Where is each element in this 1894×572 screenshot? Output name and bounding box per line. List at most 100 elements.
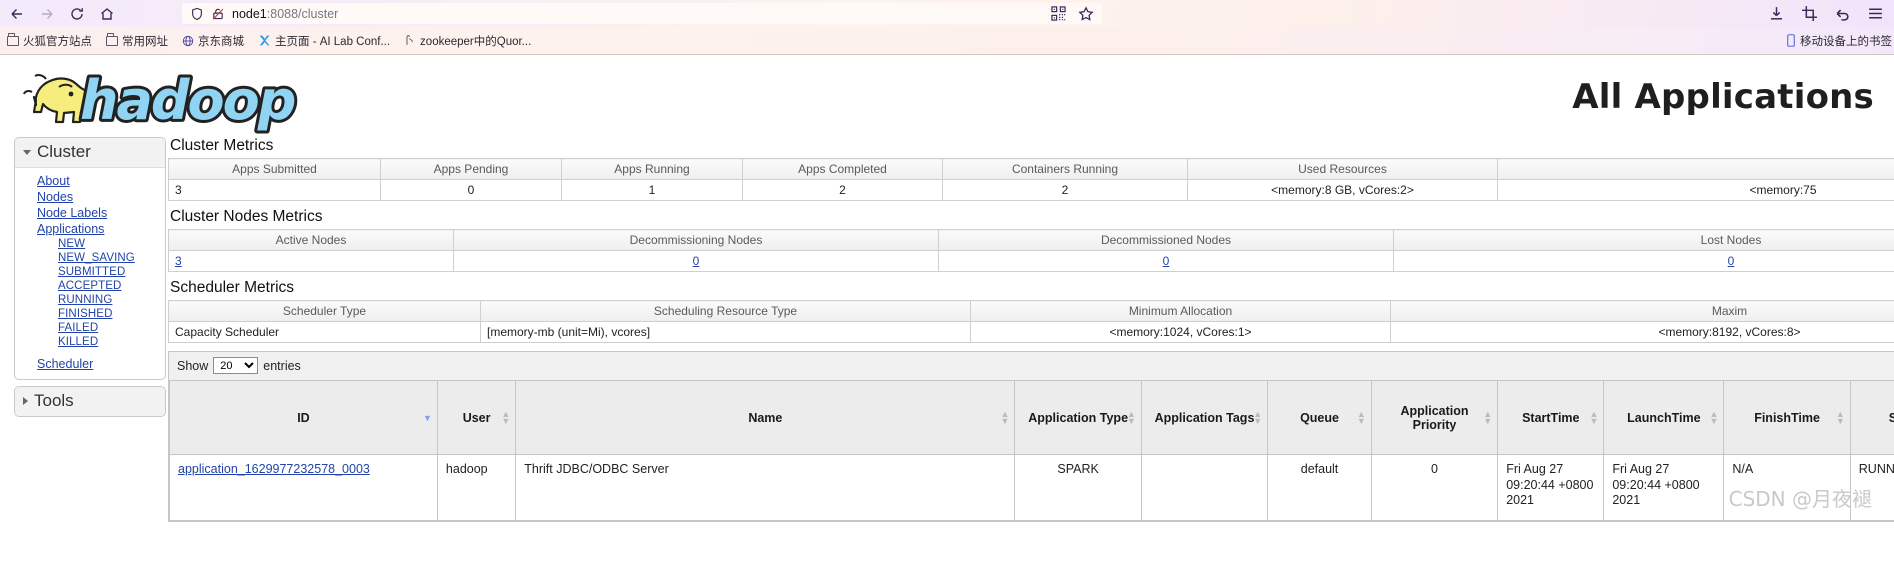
val-decommissioning-nodes[interactable]: 0 [693, 254, 700, 268]
table-row: application_1629977232578_0003 hadoop Th… [169, 454, 1894, 521]
col-state[interactable]: State ▲▼ [1849, 380, 1894, 455]
sort-none-icon[interactable]: ▲ ▼ [501, 409, 510, 425]
sort-none-icon[interactable]: ▲ ▼ [1589, 409, 1598, 425]
val-active-nodes[interactable]: 3 [175, 254, 182, 268]
sidebar-item-running[interactable]: RUNNING [15, 293, 165, 307]
col-id[interactable]: ID ▼ [169, 380, 438, 455]
sort-none-icon[interactable]: ▲ ▼ [1001, 409, 1010, 425]
col-starttime[interactable]: StartTime ▲ ▼ [1497, 380, 1605, 455]
sidebar-item-finished[interactable]: FINISHED [15, 307, 165, 321]
col-name[interactable]: Name ▲ ▼ [515, 380, 1016, 455]
col-user[interactable]: User ▲ ▼ [436, 380, 517, 455]
col-apps-running[interactable]: Apps Running [561, 158, 743, 180]
hadoop-logo[interactable]: hadoop hadoop [12, 61, 312, 139]
col-application-type[interactable]: Application Type ▲ ▼ [1014, 380, 1142, 455]
col-used-resources[interactable]: Used Resources [1187, 158, 1498, 180]
reload-icon[interactable] [64, 1, 90, 27]
col-application-tags-label: Application Tags [1154, 410, 1255, 425]
downloads-icon[interactable] [1768, 5, 1785, 22]
sidebar-cluster-header[interactable]: Cluster [15, 138, 165, 168]
sidebar-item-accepted[interactable]: ACCEPTED [15, 279, 165, 293]
val-used-resources: <memory:8 GB, vCores:2> [1187, 179, 1498, 201]
address-bar[interactable]: node1:8088/cluster [182, 3, 1102, 24]
cluster-nodes-metrics-title: Cluster Nodes Metrics [170, 208, 323, 225]
col-decommissioning-nodes[interactable]: Decommissioning Nodes [453, 229, 939, 251]
bookmark-item[interactable]: 火狐官方站点 [0, 28, 99, 54]
cell-starttime: Fri Aug 27 09:20:44 +0800 2021 [1497, 454, 1605, 521]
svg-text:hadoop: hadoop [80, 69, 295, 132]
hamburger-menu-icon[interactable] [1867, 5, 1884, 22]
star-icon[interactable] [1078, 5, 1094, 22]
sidebar-tools-block[interactable]: Tools [14, 386, 166, 417]
bookmarks-mobile-item[interactable]: 移动设备上的书签 [1786, 33, 1894, 49]
col-apps-completed[interactable]: Apps Completed [742, 158, 943, 180]
sort-none-icon[interactable]: ▲ ▼ [1127, 409, 1136, 425]
shield-icon[interactable] [190, 7, 204, 21]
col-scheduling-resource-type[interactable]: Scheduling Resource Type [480, 300, 971, 322]
broken-lock-icon[interactable] [211, 7, 225, 21]
bookmark-item[interactable]: zookeeper中的Quor... [397, 28, 538, 54]
scheduler-metrics-title: Scheduler Metrics [170, 279, 295, 296]
sidebar-item-about[interactable]: About [15, 173, 165, 189]
bookmark-label: 火狐官方站点 [23, 35, 92, 48]
col-scheduler-type[interactable]: Scheduler Type [168, 300, 481, 322]
val-apps-running: 1 [561, 179, 743, 201]
sidebar-item-applications[interactable]: Applications [15, 221, 165, 237]
cluster-metrics-table: Apps Submitted Apps Pending Apps Running… [168, 158, 1894, 201]
col-application-priority[interactable]: Application Priority ▲ ▼ [1370, 380, 1499, 455]
bookmark-item[interactable]: 常用网址 [99, 28, 175, 54]
col-containers-running[interactable]: Containers Running [942, 158, 1188, 180]
bookmark-item[interactable]: 京东商城 [175, 28, 251, 54]
col-queue[interactable]: Queue ▲ ▼ [1267, 380, 1372, 455]
col-active-nodes[interactable]: Active Nodes [168, 229, 454, 251]
sidebar-item-nodes[interactable]: Nodes [15, 189, 165, 205]
qr-code-icon[interactable] [1051, 6, 1066, 21]
sidebar-cluster-title: Cluster [37, 142, 91, 161]
sidebar-item-new[interactable]: NEW [15, 237, 165, 251]
application-id-link[interactable]: application_1629977232578_0003 [178, 462, 370, 476]
sidebar: Cluster About Nodes Node Labels Applicat… [14, 137, 166, 417]
sort-none-icon[interactable]: ▲ ▼ [1483, 409, 1492, 425]
sidebar-item-killed[interactable]: KILLED [15, 335, 165, 349]
val-minimum-allocation: <memory:1024, vCores:1> [970, 321, 1391, 343]
col-minimum-allocation[interactable]: Minimum Allocation [970, 300, 1391, 322]
sidebar-item-failed[interactable]: FAILED [15, 321, 165, 335]
val-apps-completed: 2 [742, 179, 943, 201]
col-apps-pending[interactable]: Apps Pending [380, 158, 562, 180]
col-decommissioned-nodes[interactable]: Decommissioned Nodes [938, 229, 1394, 251]
sidebar-item-node-labels[interactable]: Node Labels [15, 205, 165, 221]
sort-none-icon[interactable]: ▲ ▼ [1253, 409, 1262, 425]
col-application-tags[interactable]: Application Tags ▲ ▼ [1140, 380, 1269, 455]
home-icon[interactable] [94, 1, 120, 27]
col-total-resources[interactable] [1497, 158, 1894, 180]
col-maximum-allocation[interactable]: Maxim [1390, 300, 1894, 322]
cell-queue: default [1267, 454, 1372, 521]
sidebar-item-new-saving[interactable]: NEW_SAVING [15, 251, 165, 265]
toolbar-right-actions [1768, 5, 1894, 22]
page-size-select[interactable]: 20 50 100 [213, 357, 259, 374]
val-scheduling-resource-type: [memory-mb (unit=Mi), vcores] [480, 321, 971, 343]
sort-none-icon[interactable]: ▲ ▼ [1836, 409, 1845, 425]
col-launchtime[interactable]: LaunchTime ▲ ▼ [1603, 380, 1725, 455]
val-decommissioned-nodes[interactable]: 0 [1163, 254, 1170, 268]
sidebar-item-submitted[interactable]: SUBMITTED [15, 265, 165, 279]
sidebar-item-scheduler[interactable]: Scheduler [15, 356, 165, 372]
sort-desc-icon[interactable]: ▼ [423, 413, 432, 423]
col-finishtime[interactable]: FinishTime ▲ ▼ [1723, 380, 1851, 455]
screenshot-icon[interactable] [1801, 5, 1818, 22]
back-arrow-icon[interactable] [4, 1, 30, 27]
val-apps-pending: 0 [380, 179, 562, 201]
sidebar-tools-header[interactable]: Tools [15, 387, 165, 416]
bookmark-item[interactable]: 主页面 - AI Lab Conf... [251, 28, 397, 54]
col-id-label: ID [297, 410, 310, 425]
cell-application-type: SPARK [1014, 454, 1142, 521]
col-starttime-label: StartTime [1522, 410, 1580, 425]
sort-none-icon[interactable]: ▲ ▼ [1357, 409, 1366, 425]
col-lost-nodes[interactable]: Lost Nodes [1393, 229, 1894, 251]
history-back-icon[interactable] [1834, 5, 1851, 22]
val-lost-nodes[interactable]: 0 [1728, 254, 1735, 268]
main-content: Cluster Metrics Apps Submitted Apps Pend… [168, 137, 1894, 522]
col-apps-submitted[interactable]: Apps Submitted [168, 158, 381, 180]
sort-none-icon[interactable]: ▲ ▼ [1709, 409, 1718, 425]
url-path: :8088/cluster [266, 6, 339, 21]
